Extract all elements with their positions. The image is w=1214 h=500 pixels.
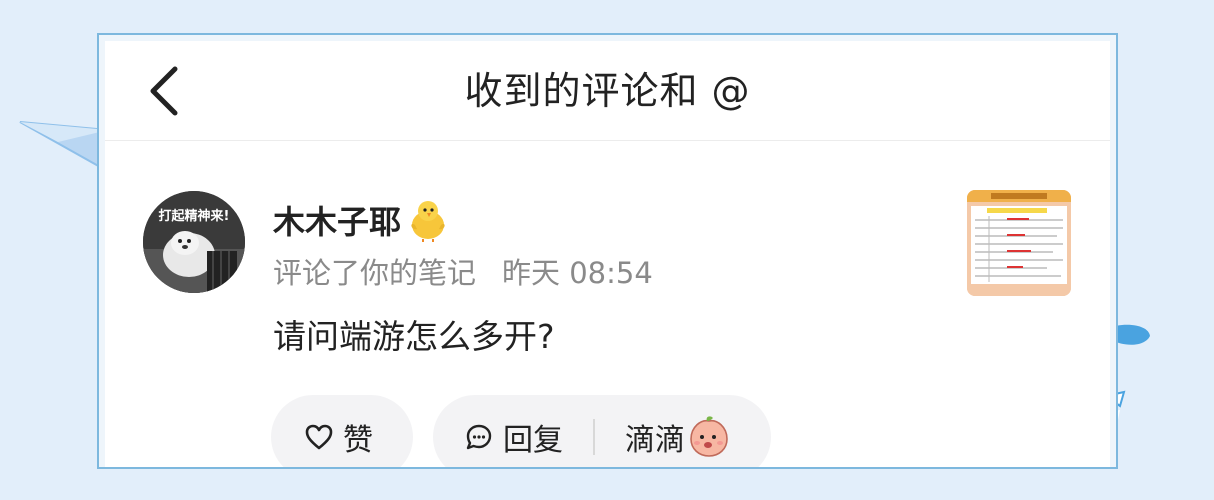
chick-emoji-icon (411, 201, 445, 242)
comment-content: 请问端游怎么多开? (273, 317, 555, 356)
username[interactable]: 木木子耶 (273, 197, 401, 243)
timestamp: 昨天 08:54 (502, 256, 653, 290)
note-thumbnail[interactable] (967, 190, 1071, 296)
quick-reply-button[interactable]: 滴滴 (625, 415, 731, 459)
page-title: 收到的评论和 @ (464, 69, 751, 113)
comment-meta: 评论了你的笔记 昨天 08:54 (273, 253, 653, 293)
avatar[interactable]: 打起精神来! (143, 191, 245, 293)
header: 收到的评论和 @ (105, 41, 1110, 141)
quick-reply-label: 滴滴 (625, 423, 685, 458)
note-thumbnail-image (967, 190, 1071, 296)
like-button[interactable]: 赞 (271, 395, 413, 467)
divider (593, 419, 595, 455)
reply-button[interactable]: 回复 (465, 415, 563, 459)
reply-label: 回复 (503, 423, 563, 458)
action-text: 评论了你的笔记 (273, 256, 477, 290)
screen: 收到的评论和 @ 打起精神来! 木木子耶 评论了你的笔记 昨天 08:54 请问… (105, 41, 1110, 467)
peach-emoji-icon (690, 416, 728, 457)
heart-outline-icon (305, 424, 333, 450)
phone-frame: 收到的评论和 @ 打起精神来! 木木子耶 评论了你的笔记 昨天 08:54 请问… (97, 33, 1118, 469)
chat-bubble-icon (466, 424, 492, 450)
like-label: 赞 (343, 423, 373, 458)
username-row: 木木子耶 (273, 195, 451, 245)
reply-group: 回复 滴滴 (433, 395, 771, 467)
avatar-caption: 打起精神来! (158, 209, 230, 224)
